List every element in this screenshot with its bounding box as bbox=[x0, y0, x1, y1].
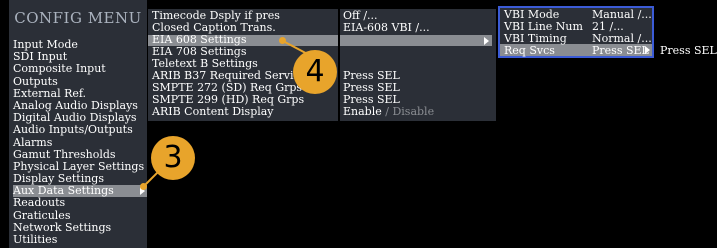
menu-item-composite-input[interactable]: Composite Input bbox=[13, 63, 147, 75]
value-arib-content-display[interactable]: Enable / Disable bbox=[343, 105, 434, 118]
vbi-timing-value[interactable]: Normal /... bbox=[592, 33, 652, 45]
option-enable[interactable]: Enable bbox=[343, 105, 382, 118]
aux-values-column: Off /... EIA-608 VBI /... Press SEL Pres… bbox=[340, 9, 496, 121]
menu-item-readouts[interactable]: Readouts bbox=[13, 197, 147, 209]
config-menu-list: Input Mode SDI Input Composite Input Out… bbox=[13, 38, 147, 246]
req-svcs-label[interactable]: Req Svcs bbox=[504, 45, 555, 57]
option-disable[interactable]: Disable bbox=[392, 105, 434, 118]
callout-4-badge: 4 bbox=[293, 50, 337, 94]
config-menu-title: CONFIG MENU bbox=[14, 9, 142, 27]
vbi-line-num-value[interactable]: 21 /... bbox=[592, 21, 624, 33]
press-sel-hint: Press SEL bbox=[660, 44, 717, 57]
menu-item-alarms[interactable]: Alarms bbox=[13, 136, 147, 149]
config-menu-panel: CONFIG MENU Input Mode SDI Input Composi… bbox=[9, 0, 147, 248]
callout-3-badge: 3 bbox=[151, 136, 195, 180]
aux-item-arib-content[interactable]: ARIB Content Display bbox=[152, 105, 274, 118]
vbi-timing-label[interactable]: VBI Timing bbox=[504, 33, 567, 45]
menu-item-outputs[interactable]: Outputs bbox=[13, 75, 147, 88]
menu-item-utilities[interactable]: Utilities bbox=[13, 233, 147, 246]
value-closed-caption[interactable]: EIA-608 VBI /... bbox=[343, 21, 430, 34]
vbi-line-num-label[interactable]: VBI Line Num bbox=[504, 21, 583, 33]
menu-item-aux-data-settings[interactable]: Aux Data Settings bbox=[13, 185, 147, 198]
req-svcs-value[interactable]: Press SEL bbox=[592, 45, 649, 57]
menu-item-audio-inputs-outputs[interactable]: Audio Inputs/Outputs bbox=[13, 124, 147, 136]
vbi-mode-label[interactable]: VBI Mode bbox=[504, 9, 559, 21]
vbi-mode-value[interactable]: Manual /... bbox=[592, 9, 652, 21]
vbi-submenu: VBI Mode Manual /... VBI Line Num 21 /..… bbox=[498, 6, 654, 58]
menu-item-graticules[interactable]: Graticules bbox=[13, 209, 147, 222]
value-selection-highlight bbox=[340, 35, 492, 46]
option-separator: / bbox=[385, 105, 389, 118]
